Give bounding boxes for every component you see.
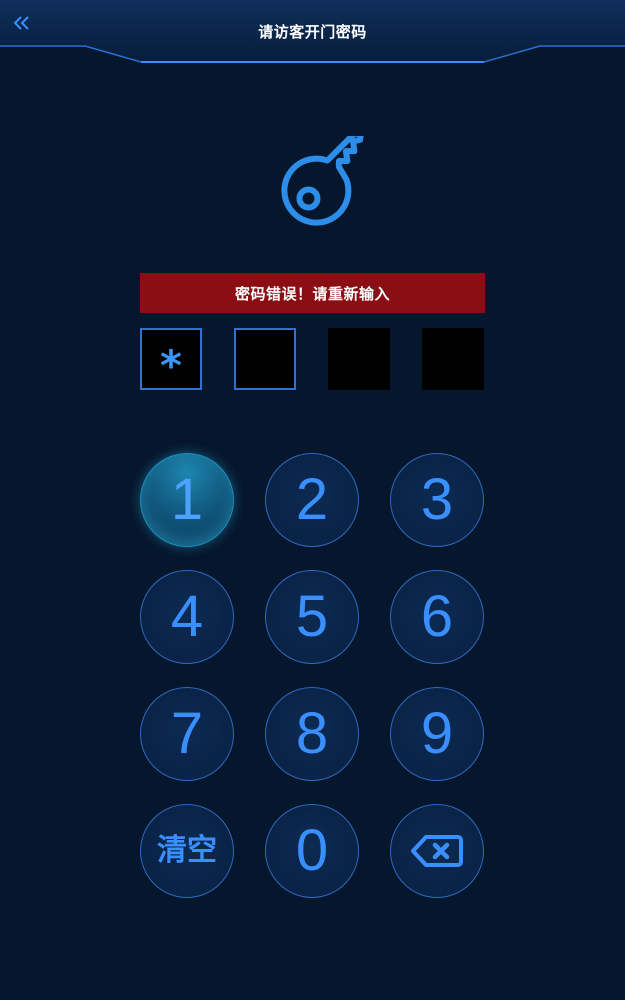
pin-slot-4 xyxy=(422,328,484,390)
pin-slot-2 xyxy=(234,328,296,390)
keypad-key-9[interactable]: 9 xyxy=(390,687,484,781)
keypad-key-1[interactable]: 1 xyxy=(140,453,234,547)
keypad-key-6[interactable]: 6 xyxy=(390,570,484,664)
clear-button[interactable]: 清空 xyxy=(140,804,234,898)
backspace-icon xyxy=(411,835,463,867)
key-label: 0 xyxy=(295,818,329,883)
key-label: 1 xyxy=(170,467,204,532)
header-bar: 请访客开门密码 xyxy=(0,0,625,64)
key-label: 9 xyxy=(420,701,454,766)
key-label: 8 xyxy=(295,701,329,766)
key-label: 3 xyxy=(420,467,454,532)
delete-button[interactable] xyxy=(390,804,484,898)
pin-slot-value: * xyxy=(160,341,182,390)
keypad-key-0[interactable]: 0 xyxy=(265,804,359,898)
keypad-key-3[interactable]: 3 xyxy=(390,453,484,547)
keypad-key-4[interactable]: 4 xyxy=(140,570,234,664)
keypad-key-7[interactable]: 7 xyxy=(140,687,234,781)
error-banner: 密码错误！请重新输入 xyxy=(140,273,485,313)
key-label: 7 xyxy=(170,701,204,766)
key-icon xyxy=(281,136,364,226)
key-label: 2 xyxy=(295,467,329,532)
pin-slot-1: * xyxy=(140,328,202,390)
keypad-key-2[interactable]: 2 xyxy=(265,453,359,547)
keypad-key-5[interactable]: 5 xyxy=(265,570,359,664)
key-label: 5 xyxy=(295,584,329,649)
clear-label: 清空 xyxy=(157,833,217,868)
pin-slot-3 xyxy=(328,328,390,390)
key-label: 6 xyxy=(420,584,454,649)
key-label: 4 xyxy=(170,584,204,649)
page-title: 请访客开门密码 xyxy=(258,23,367,41)
keypad-key-8[interactable]: 8 xyxy=(265,687,359,781)
